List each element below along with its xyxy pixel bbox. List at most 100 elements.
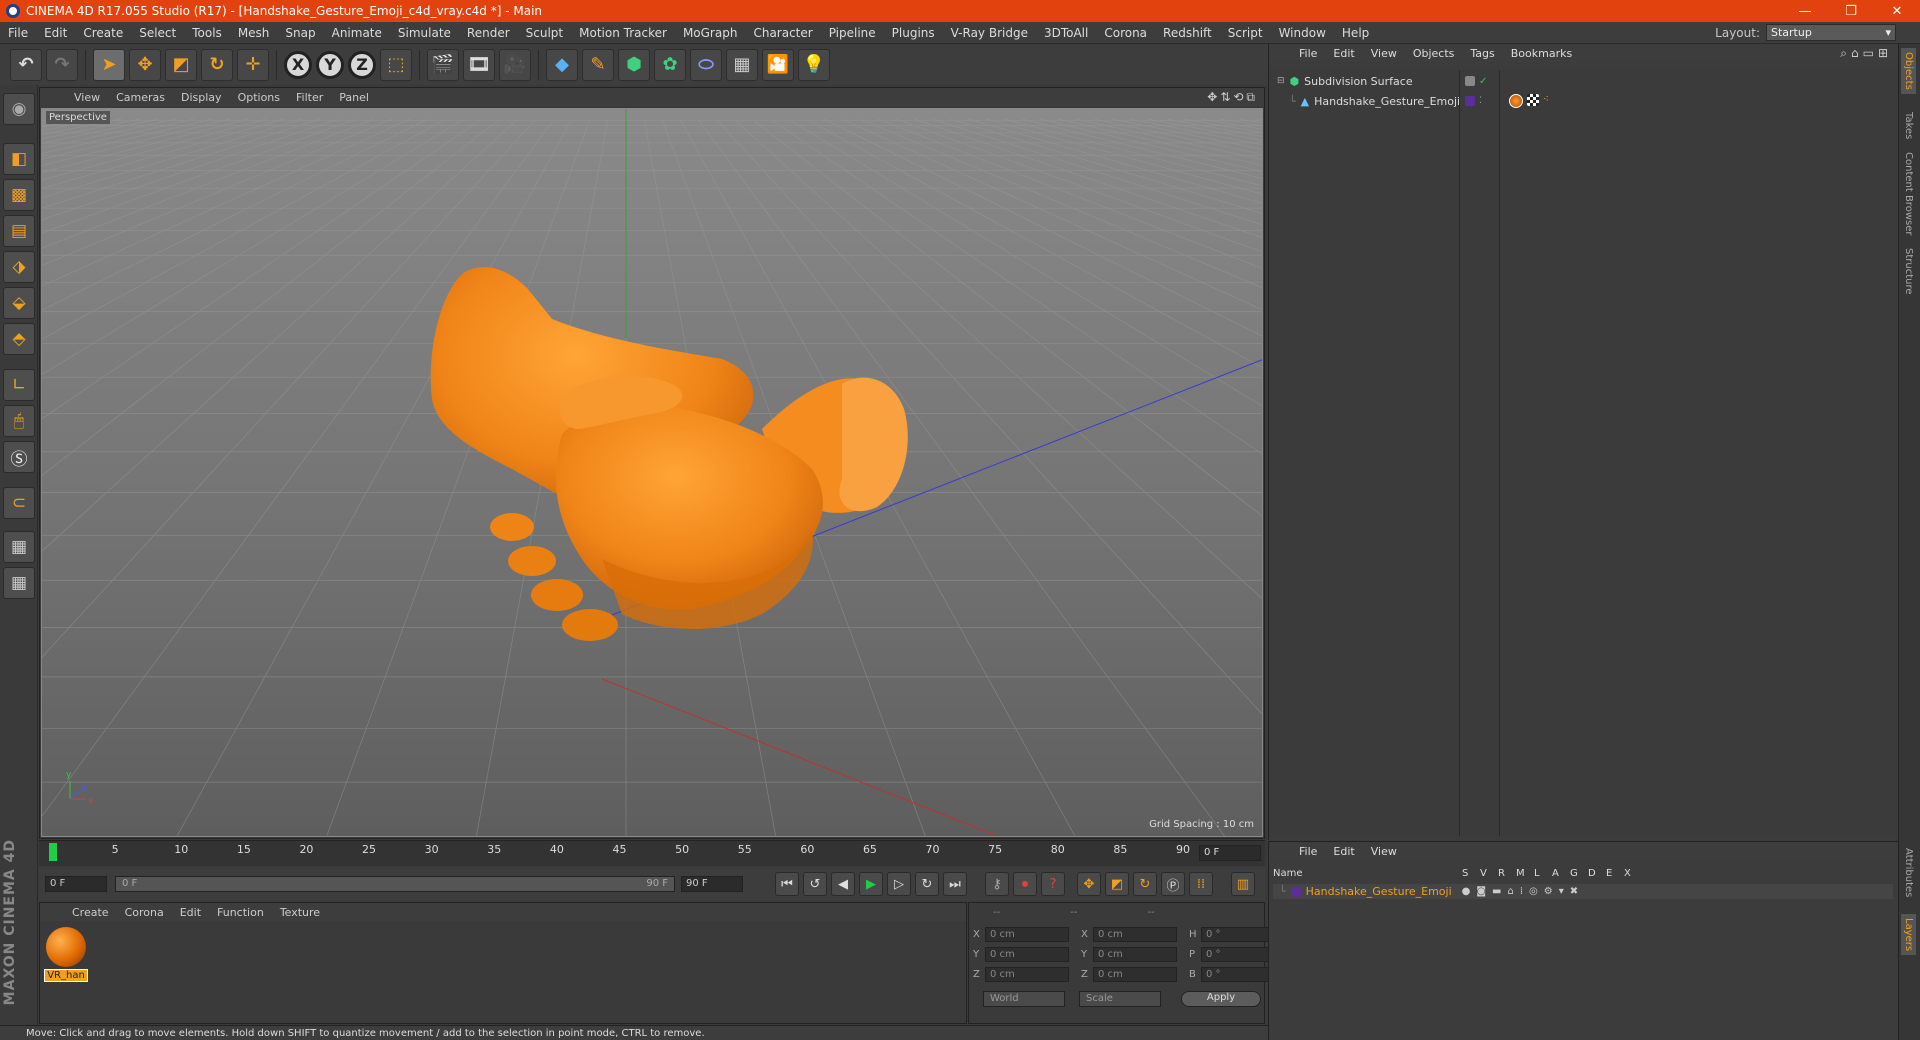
position-x-field[interactable]: 0 cm: [985, 927, 1069, 942]
menu-character[interactable]: Character: [745, 26, 820, 40]
material-menu-function[interactable]: Function: [209, 906, 272, 919]
restore-button[interactable]: ❐: [1828, 0, 1874, 22]
start-frame-field[interactable]: 0 F: [45, 876, 107, 892]
menu-edit[interactable]: Edit: [36, 26, 75, 40]
viewport-menu-view[interactable]: View: [66, 91, 108, 104]
column-divider[interactable]: [1499, 70, 1500, 836]
object-menu-edit[interactable]: Edit: [1325, 47, 1362, 60]
edge-mode-button[interactable]: ⬙: [3, 287, 35, 319]
menu-plugins[interactable]: Plugins: [884, 26, 943, 40]
minimize-button[interactable]: —: [1782, 0, 1828, 22]
undo-button[interactable]: ↶: [10, 48, 42, 81]
menu-corona[interactable]: Corona: [1096, 26, 1155, 40]
collapse-icon[interactable]: ⊟: [1277, 76, 1285, 86]
recent-tool-button[interactable]: ✛: [237, 48, 269, 81]
layer-col-xref[interactable]: X: [1624, 868, 1642, 882]
add-cube-button[interactable]: ◆: [546, 48, 578, 81]
workplane-lock-button[interactable]: ▦: [3, 531, 35, 563]
model-mode-button[interactable]: ◧: [3, 143, 35, 175]
material-menu-create[interactable]: Create: [64, 906, 117, 919]
tab-structure[interactable]: Structure: [1901, 244, 1916, 299]
layer-color-icon[interactable]: [1290, 886, 1301, 897]
menu-script[interactable]: Script: [1220, 26, 1271, 40]
menu-pipeline[interactable]: Pipeline: [821, 26, 884, 40]
playhead-marker[interactable]: [49, 843, 57, 861]
tab-objects[interactable]: Objects: [1901, 48, 1916, 94]
x-axis-lock-button[interactable]: X: [284, 50, 312, 79]
material-tag-icon[interactable]: [1509, 94, 1523, 108]
menu-motion-tracker[interactable]: Motion Tracker: [571, 26, 675, 40]
rotation-b-field[interactable]: 0 °: [1201, 967, 1275, 982]
rotate-tool-button[interactable]: ↻: [201, 48, 233, 81]
go-to-start-button[interactable]: ⏮: [775, 872, 799, 896]
size-z-field[interactable]: 0 cm: [1093, 967, 1177, 982]
layout-dropdown[interactable]: Startup ▾: [1766, 24, 1896, 41]
menu-select[interactable]: Select: [131, 26, 184, 40]
layer-col-animation[interactable]: A: [1552, 868, 1570, 882]
viewport-navigation-icons[interactable]: ✥⇅⟲⧉: [1207, 90, 1258, 105]
layer-col-generators[interactable]: G: [1570, 868, 1588, 882]
phong-tag-icon[interactable]: ⁖: [1543, 94, 1549, 108]
redo-button[interactable]: ↷: [46, 48, 78, 81]
menu-simulate[interactable]: Simulate: [390, 26, 459, 40]
menu-window[interactable]: Window: [1271, 26, 1334, 40]
key-scale-button[interactable]: ◩: [1105, 872, 1129, 896]
object-menu-tags[interactable]: Tags: [1462, 47, 1502, 60]
current-frame-field[interactable]: 0 F: [1199, 845, 1261, 861]
object-menu-view[interactable]: View: [1363, 47, 1405, 60]
position-y-field[interactable]: 0 cm: [985, 947, 1069, 962]
object-menu-objects[interactable]: Objects: [1405, 47, 1463, 60]
viewport-canvas[interactable]: y x z Perspective Grid Spacing : 10 cm: [41, 108, 1263, 837]
rotation-h-field[interactable]: 0 °: [1201, 927, 1275, 942]
layer-menu-edit[interactable]: Edit: [1325, 845, 1362, 858]
menu-tools[interactable]: Tools: [184, 26, 230, 40]
object-menu-bookmarks[interactable]: Bookmarks: [1503, 47, 1580, 60]
size-mode-dropdown[interactable]: Scale: [1079, 991, 1161, 1007]
texture-tag-icon[interactable]: [1527, 94, 1539, 106]
workplane-mode-button[interactable]: ▤: [3, 215, 35, 247]
tab-content-browser[interactable]: Content Browser: [1901, 148, 1916, 239]
close-button[interactable]: ✕: [1874, 0, 1920, 22]
menu-3dtoall[interactable]: 3DToAll: [1036, 26, 1096, 40]
layer-menu-view[interactable]: View: [1363, 845, 1405, 858]
object-menu-file[interactable]: File: [1291, 47, 1325, 60]
viewport-menu-display[interactable]: Display: [173, 91, 230, 104]
layer-col-solo[interactable]: S: [1462, 868, 1480, 882]
render-settings-button[interactable]: 🎥: [499, 48, 531, 81]
menu-vray-bridge[interactable]: V-Ray Bridge: [943, 26, 1036, 40]
autokey-button[interactable]: ⏺: [1013, 872, 1037, 896]
live-selection-button[interactable]: ➤: [93, 48, 125, 81]
rotation-p-field[interactable]: 0 °: [1201, 947, 1275, 962]
add-cloner-button[interactable]: ✿: [654, 48, 686, 81]
point-mode-button[interactable]: ⬗: [3, 251, 35, 283]
scale-tool-button[interactable]: ◩: [165, 48, 197, 81]
menu-render[interactable]: Render: [459, 26, 518, 40]
timeline-ruler[interactable]: 051015202530354045505560657075808590 0 F: [39, 840, 1265, 866]
menu-file[interactable]: File: [0, 26, 36, 40]
timeline-window-button[interactable]: ▥: [1231, 872, 1255, 896]
tweak-mode-button[interactable]: 🖱: [3, 405, 35, 437]
add-floor-button[interactable]: ▦: [726, 48, 758, 81]
make-editable-button[interactable]: ◉: [3, 93, 35, 125]
tab-takes[interactable]: Takes: [1901, 108, 1916, 143]
move-tool-button[interactable]: ✥: [129, 48, 161, 81]
add-light-button[interactable]: 💡: [798, 48, 830, 81]
render-view-button[interactable]: 🎬: [427, 48, 459, 81]
viewport-menu-options[interactable]: Options: [230, 91, 288, 104]
material-menu-corona[interactable]: Corona: [117, 906, 172, 919]
viewport-menu-cameras[interactable]: Cameras: [108, 91, 173, 104]
key-parameter-button[interactable]: Ⓟ: [1161, 872, 1185, 896]
material-thumbnail[interactable]: VR_han: [44, 927, 88, 983]
play-button[interactable]: ▶: [859, 872, 883, 896]
layer-menu-file[interactable]: File: [1291, 845, 1325, 858]
axis-mode-button[interactable]: ∟: [3, 369, 35, 401]
object-manager-nav-icons[interactable]: ⌕⌂▭⊞: [1840, 46, 1892, 61]
tab-layers[interactable]: Layers: [1901, 914, 1916, 956]
layer-row[interactable]: └ Handshake_Gesture_Emoji ●◙▬⌂⁞◎⚙▾✖: [1273, 884, 1893, 899]
layer-col-manager[interactable]: M: [1516, 868, 1534, 882]
previous-frame-button[interactable]: ◀: [831, 872, 855, 896]
texture-mode-button[interactable]: ▩: [3, 179, 35, 211]
layer-col-expressions[interactable]: E: [1606, 868, 1624, 882]
keyframe-selection-button[interactable]: ?: [1041, 872, 1065, 896]
key-pla-button[interactable]: ⁞⁞: [1189, 872, 1213, 896]
